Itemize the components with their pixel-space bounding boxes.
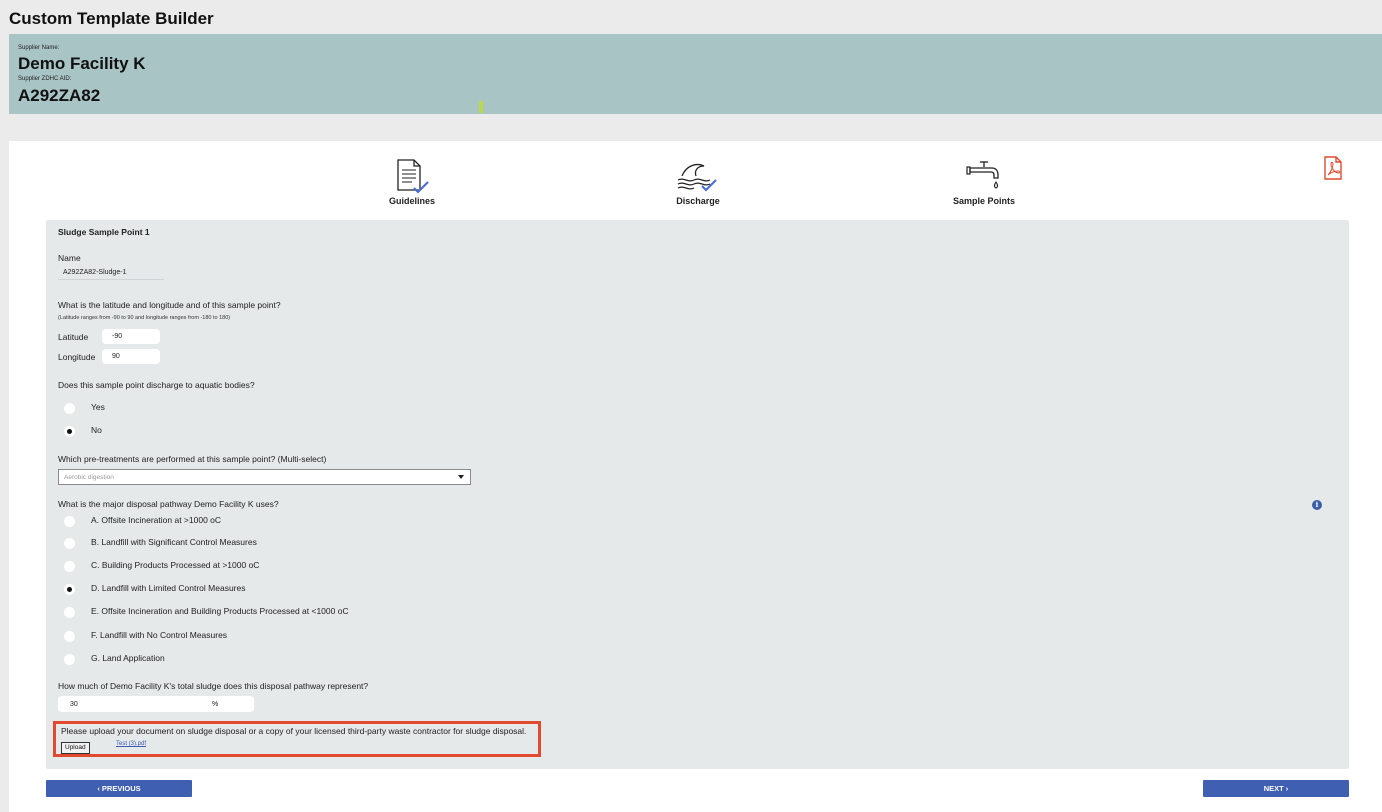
disposal-option-c-radio[interactable] bbox=[64, 561, 75, 572]
name-input[interactable]: A292ZA82-Sludge-1 bbox=[58, 266, 164, 280]
step-discharge[interactable]: Discharge bbox=[638, 158, 758, 206]
disposal-option-a-radio[interactable] bbox=[64, 516, 75, 527]
upload-instructions: Please upload your document on sludge di… bbox=[61, 726, 527, 736]
disposal-option-d-radio[interactable] bbox=[64, 584, 75, 595]
pretreat-question: Which pre-treatments are performed at th… bbox=[58, 454, 327, 464]
disposal-option-label: C. Building Products Processed at >1000 … bbox=[91, 560, 260, 570]
banner-marker bbox=[479, 101, 483, 113]
section-title: Sludge Sample Point 1 bbox=[58, 227, 150, 237]
disposal-option-label: D. Landfill with Limited Control Measure… bbox=[91, 583, 246, 593]
percent-question: How much of Demo Facility K's total slud… bbox=[58, 681, 369, 691]
longitude-label: Longitude bbox=[58, 352, 96, 362]
disposal-option-f-radio[interactable] bbox=[64, 631, 75, 642]
step-guidelines[interactable]: Guidelines bbox=[352, 158, 472, 206]
supplier-name: Demo Facility K bbox=[18, 54, 146, 73]
aquatic-yes-label: Yes bbox=[91, 402, 105, 412]
supplier-id-label: Supplier ZDHC AID: bbox=[18, 76, 72, 82]
sample-point-form: Sludge Sample Point 1 Name A292ZA82-Slud… bbox=[46, 220, 1349, 769]
aquatic-no-radio[interactable] bbox=[64, 426, 75, 437]
step-sample-points[interactable]: Sample Points bbox=[924, 158, 1044, 206]
latlong-hint: (Latitude ranges from -90 to 90 and long… bbox=[58, 315, 231, 321]
supplier-id: A292ZA82 bbox=[18, 86, 101, 105]
main-card: Guidelines Discharge Sample Points Sludg… bbox=[9, 141, 1382, 812]
supplier-banner: Supplier Name: Demo Facility K Supplier … bbox=[9, 34, 1382, 114]
disposal-option-b-radio[interactable] bbox=[64, 538, 75, 549]
info-icon[interactable]: i bbox=[1312, 500, 1322, 510]
disposal-option-g-radio[interactable] bbox=[64, 654, 75, 665]
percent-value: 30 bbox=[70, 700, 78, 708]
uploaded-file-link[interactable]: Test (3).pdf bbox=[116, 741, 146, 747]
step-label: Guidelines bbox=[388, 196, 435, 206]
pretreat-select[interactable]: Aerobic digestion bbox=[58, 469, 471, 485]
pdf-icon[interactable] bbox=[1322, 156, 1344, 185]
chevron-down-icon bbox=[458, 475, 464, 479]
disposal-option-label: E. Offsite Incineration and Building Pro… bbox=[91, 606, 349, 616]
disposal-option-label: F. Landfill with No Control Measures bbox=[91, 630, 228, 640]
upload-button[interactable]: Upload bbox=[61, 742, 90, 754]
supplier-name-label: Supplier Name: bbox=[18, 45, 60, 51]
percent-input[interactable]: 30 % bbox=[58, 696, 254, 712]
aquatic-yes-radio[interactable] bbox=[64, 403, 75, 414]
faucet-icon bbox=[924, 158, 1044, 194]
document-check-icon bbox=[352, 158, 472, 194]
upload-section: Please upload your document on sludge di… bbox=[53, 721, 541, 757]
pretreat-placeholder: Aerobic digestion bbox=[64, 473, 114, 481]
previous-button[interactable]: ‹ PREVIOUS bbox=[46, 780, 192, 797]
percent-unit: % bbox=[212, 700, 219, 708]
step-label: Discharge bbox=[676, 196, 720, 206]
wave-check-icon bbox=[638, 158, 758, 194]
latlong-question: What is the latitude and longitude and o… bbox=[58, 300, 281, 310]
step-label: Sample Points bbox=[952, 196, 1015, 206]
disposal-question: What is the major disposal pathway Demo … bbox=[58, 499, 279, 509]
name-label: Name bbox=[58, 253, 81, 263]
latitude-input[interactable]: -90 bbox=[102, 329, 160, 344]
next-button[interactable]: NEXT › bbox=[1203, 780, 1349, 797]
disposal-option-e-radio[interactable] bbox=[64, 607, 75, 618]
aquatic-no-label: No bbox=[91, 425, 102, 435]
latitude-label: Latitude bbox=[58, 332, 89, 342]
page-title: Custom Template Builder bbox=[9, 9, 214, 28]
disposal-option-label: G. Land Application bbox=[91, 653, 165, 663]
disposal-option-label: B. Landfill with Significant Control Mea… bbox=[91, 537, 257, 547]
disposal-option-label: A. Offsite Incineration at >1000 oC bbox=[91, 515, 222, 525]
aquatic-question: Does this sample point discharge to aqua… bbox=[58, 380, 255, 390]
longitude-input[interactable]: 90 bbox=[102, 349, 160, 364]
